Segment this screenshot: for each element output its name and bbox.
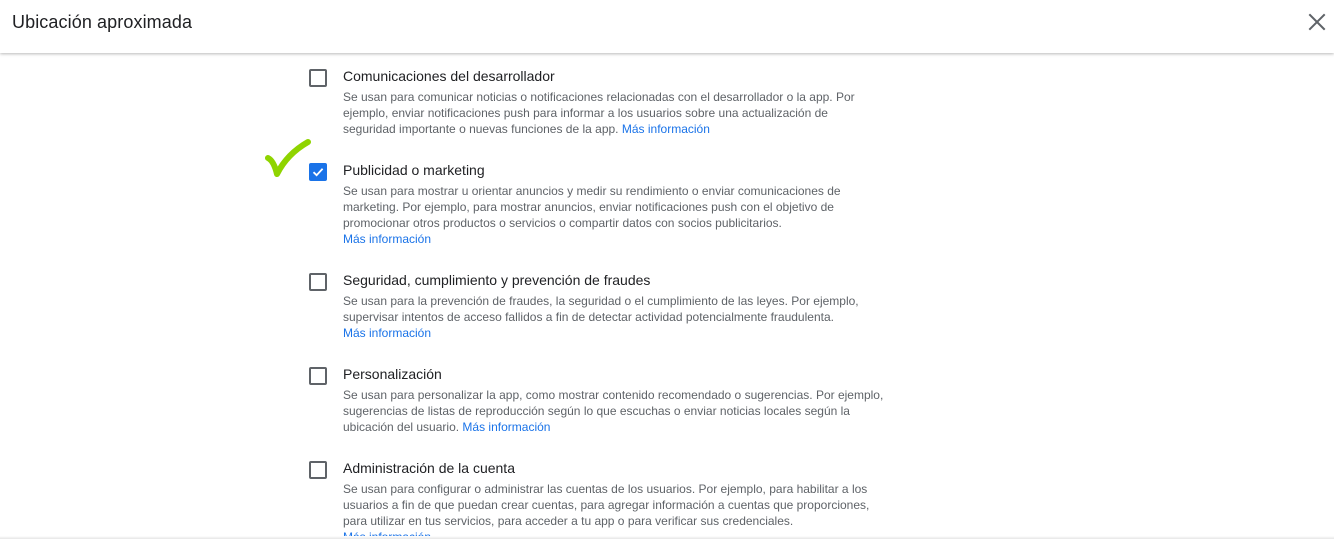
purpose-title: Publicidad o marketing [343, 162, 485, 178]
description-line: Se usan para personalizar la app, como m… [343, 388, 884, 402]
description-line: Se usan para mostrar u orientar anuncios… [343, 184, 841, 198]
more-info-link[interactable]: Más información [462, 420, 550, 434]
checkbox-account-management[interactable] [309, 461, 327, 479]
description-line: marketing. Por ejemplo, para mostrar anu… [343, 200, 834, 214]
more-info-link[interactable]: Más información [343, 232, 431, 246]
checkbox-personalization[interactable] [309, 367, 327, 385]
more-info-link[interactable]: Más información [343, 326, 431, 340]
purpose-description: Se usan para comunicar noticias o notifi… [343, 89, 913, 137]
description-line: ubicación del usuario. Más información [343, 419, 913, 435]
checkbox-developer-communications[interactable] [309, 69, 327, 87]
dialog-title: Ubicación aproximada [12, 12, 193, 32]
description-line: Más información [343, 231, 913, 247]
purpose-title: Administración de la cuenta [343, 460, 515, 476]
more-info-link[interactable]: Más información [622, 122, 710, 136]
description-text: ubicación del usuario. [343, 420, 460, 434]
description-line: usuarios a fin de que puedan crear cuent… [343, 498, 870, 512]
description-text: seguridad importante o nuevas funciones … [343, 122, 619, 136]
description-line: Más información [343, 325, 913, 341]
description-line: sugerencias de listas de reproducción se… [343, 404, 850, 418]
purpose-description: Se usan para mostrar u orientar anuncios… [343, 183, 913, 247]
description-line: Se usan para configurar o administrar la… [343, 482, 868, 496]
checkbox-security-fraud[interactable] [309, 273, 327, 291]
description-line: ejemplo, enviar notificaciones push para… [343, 106, 828, 120]
close-icon[interactable] [1306, 11, 1328, 33]
description-line: promocionar otros productos o servicios … [343, 216, 782, 230]
purpose-title: Personalización [343, 366, 442, 382]
description-line: seguridad importante o nuevas funciones … [343, 121, 913, 137]
dialog-header: Ubicación aproximada [0, 0, 1334, 53]
checkmark-annotation-icon [265, 139, 311, 177]
purpose-description: Se usan para la prevención de fraudes, l… [343, 293, 913, 341]
description-line: supervisar intentos de acceso fallidos a… [343, 310, 834, 324]
purpose-title: Comunicaciones del desarrollador [343, 68, 555, 84]
description-line: para utilizar en tus servicios, para acc… [343, 514, 794, 528]
close-button[interactable] [1306, 11, 1328, 33]
description-line: Se usan para comunicar noticias o notifi… [343, 90, 855, 104]
description-line: Se usan para la prevención de fraudes, l… [343, 294, 859, 308]
purpose-description: Se usan para personalizar la app, como m… [343, 387, 913, 435]
purpose-description: Se usan para configurar o administrar la… [343, 481, 913, 539]
purpose-title: Seguridad, cumplimiento y prevención de … [343, 272, 651, 288]
purposes-list[interactable]: Comunicaciones del desarrollador Se usan… [0, 53, 1334, 539]
